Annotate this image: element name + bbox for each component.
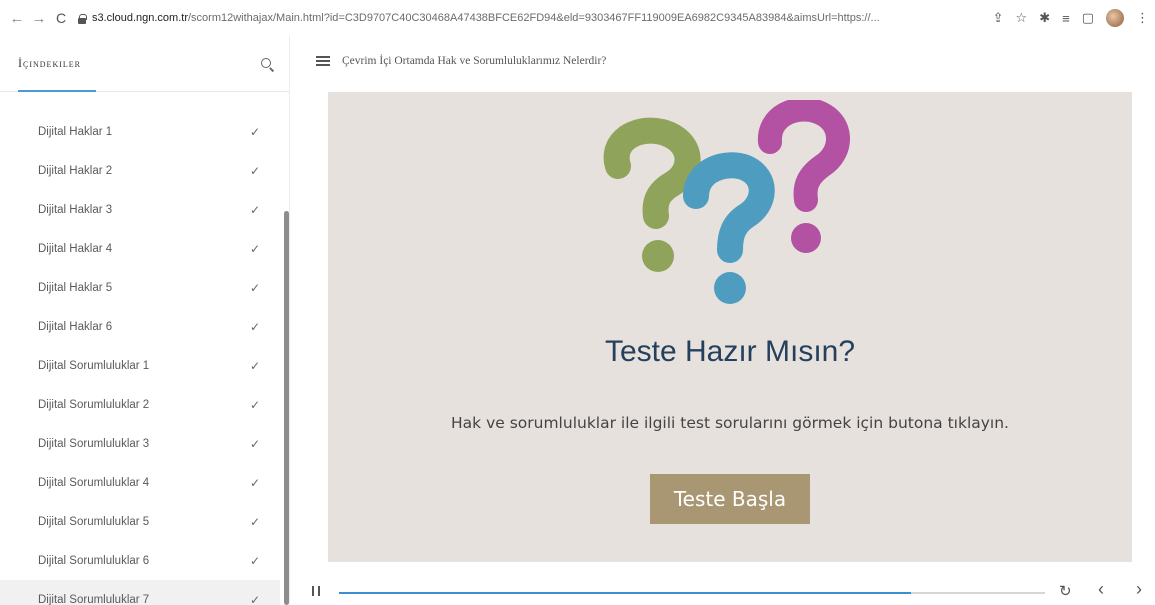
sidebar-item[interactable]: Dijital Sorumluluklar 2 ✓ [0, 385, 280, 424]
lock-icon [78, 13, 87, 24]
url-path: /scorm12withajax/Main.html?id=C3D9707C40… [188, 12, 880, 24]
search-icon[interactable] [259, 56, 275, 72]
sidebar-item-label: Dijital Haklar 1 [38, 125, 113, 138]
sidebar-item-label: Dijital Sorumluluklar 2 [38, 398, 150, 411]
menu-toggle-icon[interactable] [316, 56, 330, 66]
back-icon[interactable]: ← [6, 10, 28, 27]
sidebar-item-label: Dijital Haklar 4 [38, 242, 113, 255]
sidebar-item-label: Dijital Haklar 2 [38, 164, 113, 177]
sidebar-item[interactable]: Dijital Haklar 3 ✓ [0, 190, 280, 229]
check-icon: ✓ [249, 280, 260, 295]
sidebar-item[interactable]: Dijital Haklar 2 ✓ [0, 151, 280, 190]
sidebar-item-label: Dijital Sorumluluklar 6 [38, 554, 150, 567]
sidebar-item[interactable]: Dijital Haklar 5 ✓ [0, 268, 280, 307]
menu-icon[interactable]: ⋮ [1136, 10, 1149, 26]
check-icon: ✓ [249, 319, 260, 334]
browser-toolbar: ← → C s3.cloud.ngn.com.tr /scorm12withaj… [0, 0, 1155, 36]
sidebar-item-label: Dijital Haklar 5 [38, 281, 113, 294]
check-icon: ✓ [249, 241, 260, 256]
share-icon[interactable]: ⇪ [993, 10, 1004, 26]
pause-icon[interactable] [312, 586, 320, 596]
sidebar-item-label: Dijital Sorumluluklar 4 [38, 476, 150, 489]
sidebar-item-label: Dijital Haklar 3 [38, 203, 113, 216]
sidebar-item[interactable]: Dijital Haklar 1 ✓ [0, 112, 280, 151]
sidebar-item[interactable]: Dijital Sorumluluklar 7 ✓ [0, 580, 280, 605]
purple-question-mark [758, 100, 850, 253]
sidebar-item[interactable]: Dijital Sorumluluklar 4 ✓ [0, 463, 280, 502]
check-icon: ✓ [249, 553, 260, 568]
reading-list-icon[interactable]: ≡ [1062, 11, 1070, 26]
next-icon[interactable]: › [1136, 579, 1142, 600]
previous-icon[interactable]: ‹ [1098, 579, 1104, 600]
slide-heading: Teste Hazır Mısın? [604, 335, 856, 368]
table-of-contents: İçindekiler Dijital Haklar 1 ✓ Dijital Hak… [0, 36, 290, 605]
replay-icon[interactable]: ↻ [1059, 582, 1072, 600]
start-test-button[interactable]: Teste Başla [650, 474, 810, 524]
sidebar-tab-underline [18, 90, 96, 92]
sidebar-item-label: Dijital Haklar 6 [38, 320, 113, 333]
check-icon: ✓ [249, 202, 260, 217]
quiz-intro-slide: Teste Hazır Mısın? Hak ve sorumluluklar … [328, 92, 1132, 562]
slide-instruction: Hak ve sorumluluklar ile ilgili test sor… [451, 414, 1009, 432]
sidebar-header: İçindekiler [0, 36, 289, 92]
extensions-icon[interactable]: ✱ [1039, 10, 1050, 26]
main-content: Çevrim İçi Ortamda Hak ve Sorumlulukları… [290, 36, 1155, 605]
sidebar-item-label: Dijital Sorumluluklar 5 [38, 515, 150, 528]
star-icon[interactable]: ☆ [1016, 10, 1028, 26]
check-icon: ✓ [249, 358, 260, 373]
sidebar-item-label: Dijital Sorumluluklar 7 [38, 593, 150, 605]
question-marks-illustration [603, 100, 850, 304]
sidebar-item[interactable]: Dijital Sorumluluklar 6 ✓ [0, 541, 280, 580]
forward-icon[interactable]: → [28, 10, 50, 27]
sidebar-item[interactable]: Dijital Haklar 6 ✓ [0, 307, 280, 346]
check-icon: ✓ [249, 436, 260, 451]
sidebar-item[interactable]: Dijital Sorumluluklar 1 ✓ [0, 346, 280, 385]
check-icon: ✓ [249, 514, 260, 529]
lesson-topbar: Çevrim İçi Ortamda Hak ve Sorumlulukları… [290, 36, 1155, 86]
check-icon: ✓ [249, 163, 260, 178]
progress-bar[interactable] [339, 592, 1045, 594]
reload-icon[interactable]: C [50, 10, 72, 26]
address-bar[interactable]: s3.cloud.ngn.com.tr /scorm12withajax/Mai… [78, 12, 983, 24]
sidebar-item[interactable]: Dijital Sorumluluklar 5 ✓ [0, 502, 280, 541]
lesson-list: Dijital Haklar 1 ✓ Dijital Haklar 2 ✓ Dijita… [0, 112, 280, 605]
sidebar-scrollbar[interactable] [284, 211, 289, 605]
player-controls: ↻ ‹ › [290, 576, 1155, 605]
lesson-title: Çevrim İçi Ortamda Hak ve Sorumlulukları… [342, 55, 607, 67]
sidebar-item-label: Dijital Sorumluluklar 3 [38, 437, 150, 450]
profile-avatar[interactable] [1106, 9, 1124, 27]
sidebar-item[interactable]: Dijital Sorumluluklar 3 ✓ [0, 424, 280, 463]
check-icon: ✓ [249, 475, 260, 490]
sidebar-item[interactable]: Dijital Haklar 4 ✓ [0, 229, 280, 268]
sidebar-item-label: Dijital Sorumluluklar 1 [38, 359, 150, 372]
progress-fill [339, 592, 911, 594]
check-icon: ✓ [249, 124, 260, 139]
side-panel-icon[interactable]: ▢ [1082, 10, 1094, 26]
check-icon: ✓ [249, 397, 260, 412]
blue-question-mark [683, 152, 775, 304]
url-host: s3.cloud.ngn.com.tr [92, 12, 188, 24]
green-question-mark [603, 117, 701, 272]
sidebar-title: İçindekiler [18, 56, 81, 70]
check-icon: ✓ [249, 592, 260, 605]
